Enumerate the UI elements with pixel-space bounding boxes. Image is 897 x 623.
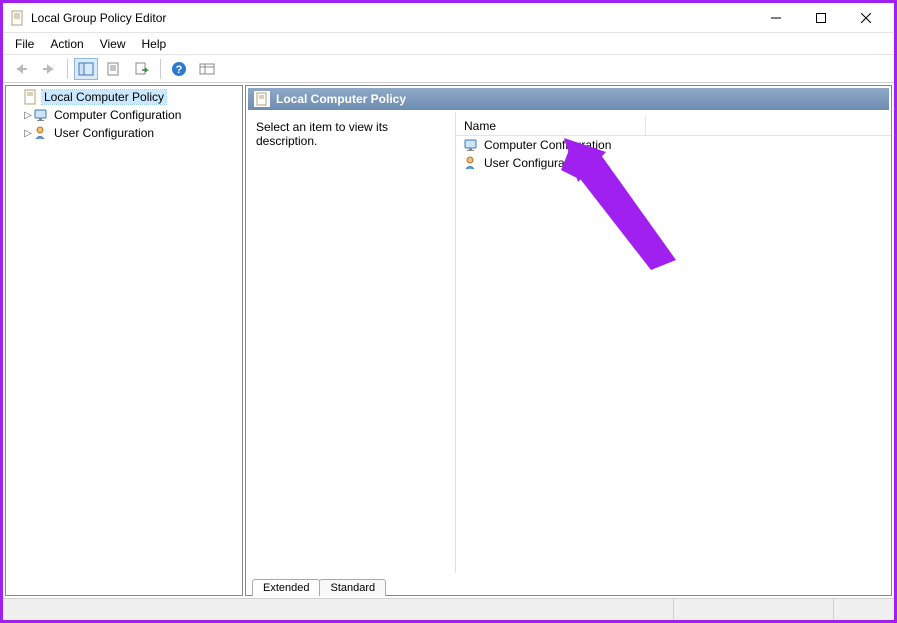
content-panel: Local Computer Policy Select an item to … xyxy=(245,85,892,596)
titlebar: Local Group Policy Editor xyxy=(3,3,894,33)
list-item-label: User Configuration xyxy=(484,156,584,170)
toolbar-separator xyxy=(67,59,68,79)
tree-item-computer-configuration[interactable]: ▷ Computer Configuration xyxy=(6,106,242,124)
tree-item-user-configuration[interactable]: ▷ User Configuration xyxy=(6,124,242,142)
content-body: Select an item to view its description. … xyxy=(246,112,891,573)
tree-root-label: Local Computer Policy xyxy=(42,90,166,104)
status-cell xyxy=(674,599,834,620)
window-title: Local Group Policy Editor xyxy=(31,11,753,25)
tree-item-label: User Configuration xyxy=(54,126,154,140)
toolbar-separator xyxy=(160,59,161,79)
tree-item-label: Computer Configuration xyxy=(54,108,181,122)
menu-file[interactable]: File xyxy=(7,35,42,53)
policy-icon xyxy=(254,91,270,107)
menubar: File Action View Help xyxy=(3,33,894,55)
close-button[interactable] xyxy=(843,4,888,32)
forward-button[interactable] xyxy=(37,58,61,80)
minimize-button[interactable] xyxy=(753,4,798,32)
status-cell xyxy=(834,599,894,620)
tree-panel[interactable]: Local Computer Policy ▷ Computer Configu… xyxy=(5,85,243,596)
column-name[interactable]: Name xyxy=(456,116,646,135)
tree-root[interactable]: Local Computer Policy xyxy=(6,88,242,106)
window-controls xyxy=(753,4,888,32)
menu-view[interactable]: View xyxy=(92,35,134,53)
properties-button[interactable] xyxy=(102,58,126,80)
status-cell xyxy=(3,599,674,620)
user-icon xyxy=(34,125,50,141)
window-frame: Local Group Policy Editor File Action Vi… xyxy=(0,0,897,623)
menu-help[interactable]: Help xyxy=(134,35,175,53)
expand-icon[interactable]: ▷ xyxy=(22,128,34,139)
tab-standard[interactable]: Standard xyxy=(319,579,386,596)
show-hide-tree-button[interactable] xyxy=(74,58,98,80)
toolbar: ? xyxy=(3,55,894,83)
back-button[interactable] xyxy=(9,58,33,80)
export-list-button[interactable] xyxy=(130,58,154,80)
list-header[interactable]: Name xyxy=(456,116,891,136)
tab-extended[interactable]: Extended xyxy=(252,579,320,596)
list-item-label: Computer Configuration xyxy=(484,138,611,152)
policy-icon xyxy=(22,89,38,105)
list-item-user-configuration[interactable]: User Configuration xyxy=(456,154,891,172)
content-header: Local Computer Policy xyxy=(248,88,889,110)
description-text: Select an item to view its description. xyxy=(256,120,388,148)
svg-text:?: ? xyxy=(176,64,183,76)
filter-button[interactable] xyxy=(195,58,219,80)
body-area: Local Computer Policy ▷ Computer Configu… xyxy=(3,83,894,598)
app-icon xyxy=(9,10,25,26)
computer-icon xyxy=(464,137,480,153)
list-item-computer-configuration[interactable]: Computer Configuration xyxy=(456,136,891,154)
content-header-title: Local Computer Policy xyxy=(276,92,406,106)
menu-action[interactable]: Action xyxy=(42,35,91,53)
list-column: Name Computer Configuration User Configu… xyxy=(456,112,891,573)
computer-icon xyxy=(34,107,50,123)
maximize-button[interactable] xyxy=(798,4,843,32)
description-column: Select an item to view its description. xyxy=(246,112,456,573)
tab-strip: Extended Standard xyxy=(246,573,891,595)
statusbar xyxy=(3,598,894,620)
help-button[interactable]: ? xyxy=(167,58,191,80)
user-icon xyxy=(464,155,480,171)
expand-icon[interactable]: ▷ xyxy=(22,110,34,121)
